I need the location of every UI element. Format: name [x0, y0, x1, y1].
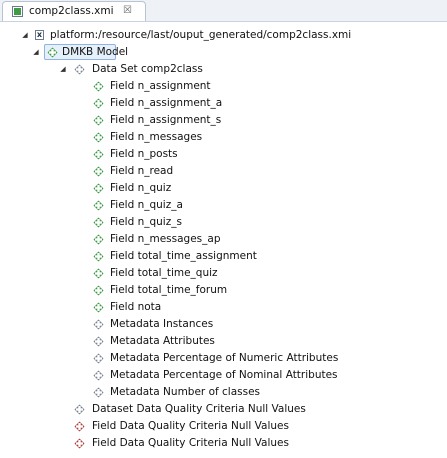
expand-arrow-icon[interactable]: ◢: [31, 44, 41, 61]
field-label: Field total_time_quiz: [110, 267, 218, 279]
tree-item-field[interactable]: Field n_quiz_a: [0, 197, 447, 214]
criteria-label: Dataset Data Quality Criteria Null Value…: [92, 403, 306, 415]
field-label: Field n_messages_ap: [110, 233, 221, 245]
tree-item-field[interactable]: Field n_read: [0, 163, 447, 180]
metadata-label: Metadata Instances: [110, 318, 214, 330]
metadata-label: Metadata Attributes: [110, 335, 215, 347]
field-label: Field n_read: [110, 165, 174, 177]
xmi-file-icon: [12, 6, 23, 17]
tree-item-field[interactable]: Field n_messages: [0, 129, 447, 146]
tree-item-field[interactable]: Field nota: [0, 299, 447, 316]
green-diamond-icon: [93, 285, 104, 296]
tree-item-field[interactable]: Field n_posts: [0, 146, 447, 163]
xmi-resource-icon: x: [35, 30, 44, 40]
green-diamond-icon: [93, 251, 104, 262]
metadata-label: Metadata Percentage of Numeric Attribute…: [110, 352, 339, 364]
close-icon[interactable]: ☒: [123, 5, 132, 16]
tab-title: comp2class.xmi: [29, 5, 114, 17]
gray-diamond-icon: [74, 64, 85, 75]
tree-item-metadata[interactable]: Metadata Number of classes: [0, 384, 447, 401]
metadata-label: Metadata Percentage of Nominal Attribute…: [110, 369, 338, 381]
green-diamond-icon: [93, 302, 104, 313]
green-diamond-icon: [93, 115, 104, 126]
gray-diamond-icon: [93, 353, 104, 364]
gray-diamond-icon: [74, 404, 85, 415]
tree-item-criteria[interactable]: Field Data Quality Criteria Null Values: [0, 435, 447, 452]
expand-arrow-icon[interactable]: ◢: [20, 27, 30, 44]
tree-item-metadata[interactable]: Metadata Percentage of Numeric Attribute…: [0, 350, 447, 367]
tree-item-field[interactable]: Field n_messages_ap: [0, 231, 447, 248]
green-diamond-icon: [93, 234, 104, 245]
tree-item-model[interactable]: ◢ DMKB Model: [0, 44, 447, 61]
field-label: Field n_quiz_s: [110, 216, 182, 228]
green-diamond-icon: [93, 149, 104, 160]
tree-item-dataset[interactable]: ◢ Data Set comp2class: [0, 61, 447, 78]
green-diamond-icon: [93, 132, 104, 143]
tree-item-field[interactable]: Field n_quiz: [0, 180, 447, 197]
gray-diamond-icon: [93, 370, 104, 381]
tree-item-field[interactable]: Field n_quiz_s: [0, 214, 447, 231]
green-diamond-icon: [93, 183, 104, 194]
tree-item-field[interactable]: Field n_assignment: [0, 78, 447, 95]
green-diamond-icon: [93, 166, 104, 177]
resource-label: platform:/resource/last/ouput_generated/…: [50, 29, 352, 41]
criteria-label: Field Data Quality Criteria Null Values: [92, 437, 289, 449]
tree-item-field[interactable]: Field total_time_forum: [0, 282, 447, 299]
field-label: Field n_quiz_a: [110, 199, 183, 211]
tab-comp2class-xmi[interactable]: comp2class.xmi ☒: [2, 1, 146, 21]
field-label: Field n_quiz: [110, 182, 172, 194]
expand-arrow-icon[interactable]: ◢: [58, 61, 68, 78]
field-label: Field nota: [110, 301, 162, 313]
tree-item-criteria[interactable]: Dataset Data Quality Criteria Null Value…: [0, 401, 447, 418]
tree-item-metadata[interactable]: Metadata Attributes: [0, 333, 447, 350]
green-diamond-icon: [93, 98, 104, 109]
red-diamond-icon: [74, 438, 85, 449]
field-label: Field n_assignment: [110, 80, 211, 92]
editor-tab-bar: comp2class.xmi ☒: [0, 0, 447, 22]
criteria-label: Field Data Quality Criteria Null Values: [92, 420, 289, 432]
field-label: Field total_time_forum: [110, 284, 228, 296]
field-label: Field n_assignment_a: [110, 97, 223, 109]
green-diamond-icon: [93, 268, 104, 279]
tree-item-metadata[interactable]: Metadata Percentage of Nominal Attribute…: [0, 367, 447, 384]
model-label: DMKB Model: [62, 46, 129, 58]
gray-diamond-icon: [93, 387, 104, 398]
field-label: Field n_messages: [110, 131, 203, 143]
dataset-label: Data Set comp2class: [92, 63, 203, 75]
metadata-label: Metadata Number of classes: [110, 386, 261, 398]
gray-diamond-icon: [93, 319, 104, 330]
green-diamond-icon: [93, 200, 104, 211]
tree-item-field[interactable]: Field total_time_assignment: [0, 248, 447, 265]
field-label: Field n_assignment_s: [110, 114, 222, 126]
gray-diamond-icon: [93, 336, 104, 347]
tree-item-metadata[interactable]: Metadata Instances: [0, 316, 447, 333]
green-diamond-icon: [93, 81, 104, 92]
field-label: Field total_time_assignment: [110, 250, 257, 262]
tree-item-criteria[interactable]: Field Data Quality Criteria Null Values: [0, 418, 447, 435]
tree-item-field[interactable]: Field n_assignment_a: [0, 95, 447, 112]
field-label: Field n_posts: [110, 148, 178, 160]
tree-item-field[interactable]: Field total_time_quiz: [0, 265, 447, 282]
red-diamond-icon: [74, 421, 85, 432]
green-diamond-icon: [93, 217, 104, 228]
tree-item-resource[interactable]: ◢ x platform:/resource/last/ouput_genera…: [0, 27, 447, 44]
model-diamond-icon: [47, 47, 58, 58]
tree-item-field[interactable]: Field n_assignment_s: [0, 112, 447, 129]
